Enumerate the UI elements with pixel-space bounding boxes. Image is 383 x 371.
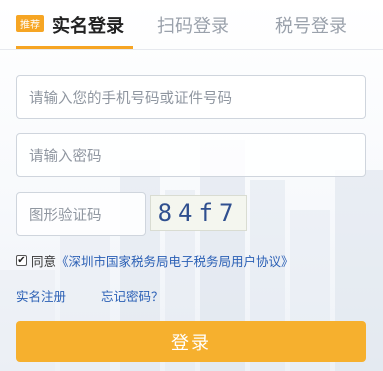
tab-realname-login[interactable]: 推荐 实名登录 (16, 0, 124, 50)
phone-input-placeholder: 请输入您的手机号码或证件号码 (29, 90, 232, 107)
captcha-input-placeholder: 图形验证码 (29, 207, 102, 224)
agreement-checkbox[interactable]: ✔ (16, 255, 27, 266)
tab-realname-label: 实名登录 (52, 16, 124, 37)
password-input[interactable]: 请输入密码 (16, 133, 366, 177)
captcha-image[interactable]: 84f7 (150, 195, 247, 231)
active-tab-indicator (16, 46, 133, 49)
tab-scan-login[interactable]: 扫码登录 (157, 0, 229, 50)
captcha-text: 84f7 (157, 199, 240, 227)
agreement-prefix: 同意 (31, 254, 57, 269)
tab-tax-login[interactable]: 税号登录 (275, 0, 347, 50)
phone-or-id-input[interactable]: 请输入您的手机号码或证件号码 (16, 75, 366, 119)
user-agreement-link[interactable]: 《深圳市国家税务局电子税务局用户协议》 (56, 251, 294, 270)
login-button[interactable]: 登录 (16, 321, 366, 362)
register-link[interactable]: 实名注册 (16, 286, 66, 305)
agreement-row: ✔ 同意 《深圳市国家税务局电子税务局用户协议》 (16, 251, 294, 270)
tab-tax-label: 税号登录 (275, 16, 347, 37)
login-panel: 推荐 实名登录 扫码登录 税号登录 请输入您的手机号码或证件号码 请输入密码 图… (0, 0, 383, 371)
forgot-password-link[interactable]: 忘记密码？ (101, 286, 164, 305)
captcha-input[interactable]: 图形验证码 (16, 192, 146, 236)
login-tabs: 推荐 实名登录 扫码登录 税号登录 (0, 0, 383, 50)
tab-scan-label: 扫码登录 (157, 16, 229, 37)
password-input-placeholder: 请输入密码 (29, 148, 102, 165)
recommend-badge: 推荐 (16, 14, 44, 32)
